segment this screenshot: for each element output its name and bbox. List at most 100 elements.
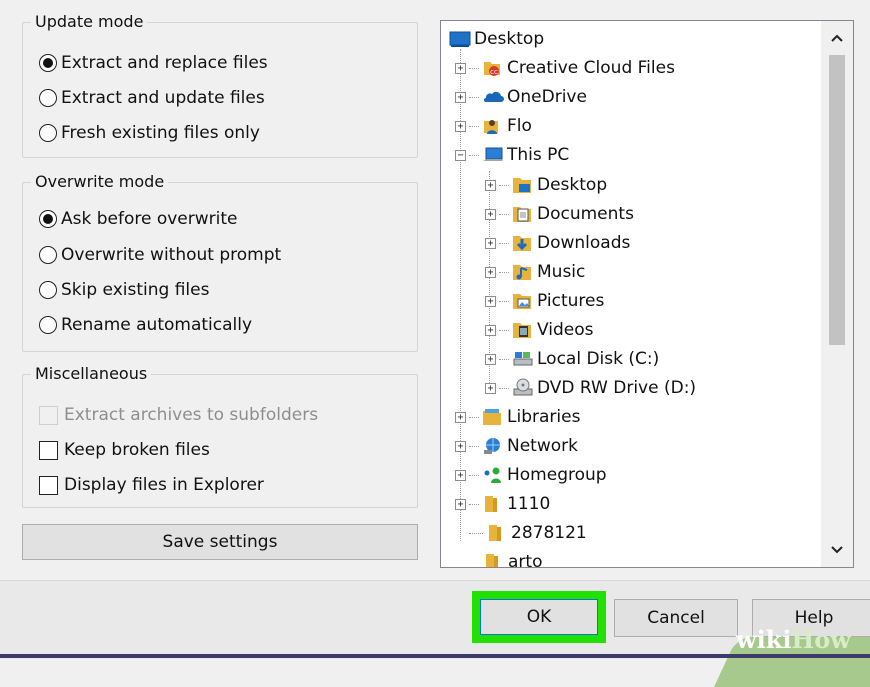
tree-item-label: DVD RW Drive (D:) (537, 378, 697, 398)
expand-icon[interactable]: + (455, 411, 466, 423)
checkbox-keep-broken-files[interactable]: Keep broken files (39, 436, 210, 464)
overwrite-mode-title: Overwrite mode (31, 172, 169, 192)
tree-connector (499, 300, 509, 302)
svg-text:cc: cc (490, 68, 498, 76)
wikihow-watermark: wikiHow (736, 625, 851, 654)
tree-item-pictures[interactable]: + Pictures (485, 287, 604, 315)
radio-icon[interactable] (39, 316, 57, 334)
expand-icon[interactable]: + (485, 179, 496, 191)
expand-icon[interactable]: + (485, 324, 496, 336)
tree-item-2878121[interactable]: 2878121 (469, 519, 587, 547)
checkbox-icon[interactable] (39, 475, 58, 495)
tree-connector (469, 154, 479, 156)
checkbox-label: Extract archives to subfolders (64, 405, 319, 425)
expand-icon[interactable]: + (455, 440, 466, 452)
checkbox-extract-to-subfolders: Extract archives to subfolders (39, 401, 318, 429)
radio-extract-update[interactable]: Extract and update files (39, 84, 265, 112)
expand-icon[interactable]: + (455, 91, 466, 103)
tree-item-label: arto (508, 552, 543, 568)
save-settings-button[interactable]: Save settings (22, 524, 418, 560)
tree-item-homegroup[interactable]: + Homegroup (455, 461, 607, 489)
radio-icon[interactable] (39, 124, 57, 142)
checkbox-icon[interactable] (39, 440, 58, 460)
tree-connector (469, 503, 479, 505)
checkbox-display-in-explorer[interactable]: Display files in Explorer (39, 471, 264, 499)
tree-item-local-disk[interactable]: + Local Disk (C:) (485, 345, 659, 373)
radio-icon[interactable] (39, 89, 57, 107)
radio-label: Rename automatically (61, 315, 253, 335)
tree-item-label: Flo (507, 116, 532, 136)
tree-item-label: Homegroup (507, 465, 607, 485)
tree-item-label: Libraries (507, 407, 581, 427)
onedrive-icon (482, 87, 504, 107)
expand-icon[interactable]: + (485, 295, 496, 307)
tree-item-libraries[interactable]: + Libraries (455, 403, 580, 431)
desktop-folder-icon (512, 175, 532, 195)
tree-item-label: Videos (537, 320, 594, 340)
radio-rename-automatically[interactable]: Rename automatically (39, 311, 252, 339)
radio-ask-before-overwrite[interactable]: Ask before overwrite (39, 205, 238, 233)
tree-item-documents[interactable]: + Documents (485, 200, 634, 228)
videos-folder-icon (512, 320, 532, 340)
tree-item-network[interactable]: + Network (455, 432, 578, 460)
expand-icon[interactable]: + (485, 382, 496, 394)
radio-selected-icon[interactable] (39, 210, 57, 228)
tree-item-this-pc[interactable]: − This PC (455, 141, 569, 169)
scrollbar-thumb[interactable] (829, 55, 845, 345)
radio-icon[interactable] (39, 281, 57, 299)
checkbox-label: Keep broken files (64, 440, 210, 460)
tree-connector (499, 387, 509, 389)
network-icon (482, 436, 502, 456)
tree-item-1110[interactable]: + 1110 (455, 490, 550, 518)
libraries-icon (482, 407, 502, 427)
tree-item-pc-desktop[interactable]: + Desktop (485, 171, 607, 199)
cancel-button[interactable]: Cancel (614, 599, 738, 637)
destination-folder-tree[interactable]: Desktop + cc Creative Cloud Files + OneD… (440, 20, 854, 568)
tree-item-creative-cloud[interactable]: + cc Creative Cloud Files (455, 54, 675, 82)
radio-selected-icon[interactable] (39, 54, 57, 72)
radio-skip-existing[interactable]: Skip existing files (39, 276, 209, 304)
bottom-border (0, 654, 870, 658)
radio-overwrite-without-prompt[interactable]: Overwrite without prompt (39, 241, 281, 269)
tree-item-onedrive[interactable]: + OneDrive (455, 83, 587, 111)
radio-icon[interactable] (39, 246, 57, 264)
scroll-up-icon[interactable] (821, 23, 853, 53)
creative-cloud-folder-icon: cc (482, 58, 502, 78)
tree-item-label: OneDrive (507, 87, 587, 107)
radio-label: Extract and replace files (61, 53, 268, 73)
tree-item-desktop-root[interactable]: Desktop (449, 25, 544, 53)
expand-icon[interactable]: + (455, 469, 466, 481)
tree-connector (499, 329, 509, 331)
tree-item-flo[interactable]: + Flo (455, 112, 532, 140)
radio-label: Fresh existing files only (61, 123, 260, 143)
watermark-part2: How (791, 625, 851, 654)
tree-item-music[interactable]: + Music (485, 258, 585, 286)
tree-connector (469, 532, 483, 534)
radio-fresh-existing[interactable]: Fresh existing files only (39, 119, 260, 147)
collapse-icon[interactable]: − (455, 149, 466, 161)
tree-item-label: Downloads (537, 233, 631, 253)
radio-extract-replace[interactable]: Extract and replace files (39, 49, 268, 77)
tree-item-label: Music (537, 262, 586, 282)
user-folder-icon (482, 116, 502, 136)
expand-icon[interactable]: + (485, 266, 496, 278)
ok-button[interactable]: OK (480, 599, 598, 635)
expand-icon[interactable]: + (485, 208, 496, 220)
tree-connector (499, 184, 509, 186)
tree-item-label: Documents (537, 204, 634, 224)
tree-connector (469, 67, 479, 69)
tree-item-dvd-drive[interactable]: + DVD RW Drive (D:) (485, 374, 696, 402)
scroll-down-icon[interactable] (821, 535, 853, 565)
expand-icon[interactable]: + (455, 120, 466, 132)
expand-icon[interactable]: + (455, 498, 466, 510)
tree-item-videos[interactable]: + Videos (485, 316, 594, 344)
expand-icon[interactable]: + (485, 237, 496, 249)
tree-item-downloads[interactable]: + Downloads (485, 229, 630, 257)
expand-icon[interactable]: + (485, 353, 496, 365)
watermark-part1: wiki (736, 625, 792, 654)
tree-connector (469, 445, 479, 447)
tree-item-arto[interactable]: arto (483, 548, 543, 568)
expand-icon[interactable]: + (455, 62, 466, 74)
tree-connector (469, 125, 479, 127)
tree-scrollbar[interactable] (821, 21, 853, 567)
